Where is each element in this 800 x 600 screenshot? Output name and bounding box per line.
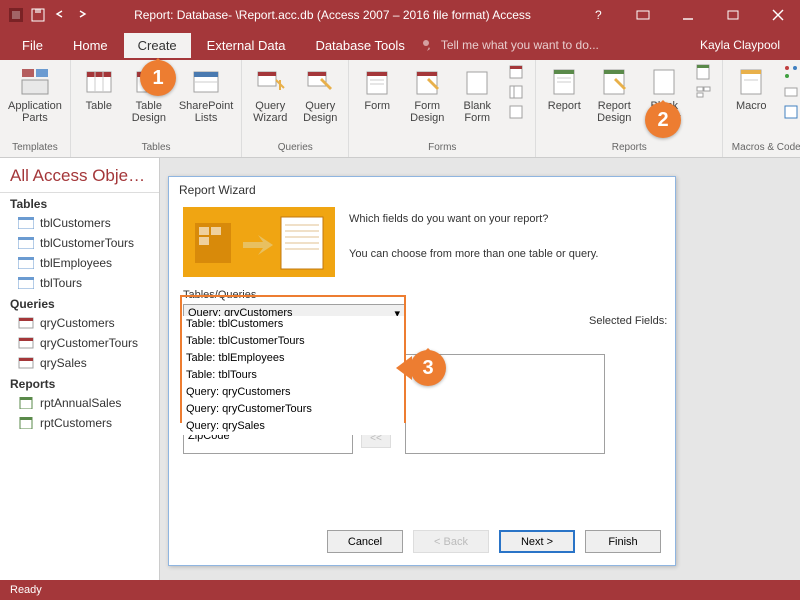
form-wizard-icon[interactable]	[509, 64, 525, 80]
finish-button[interactable]: Finish	[585, 530, 661, 553]
report-button[interactable]: Report	[542, 64, 586, 114]
user-name[interactable]: Kayla Claypool	[700, 38, 792, 52]
nav-item[interactable]: rptAnnualSales	[0, 393, 159, 413]
dropdown-item[interactable]: Table: tblCustomers	[182, 316, 404, 333]
vba-icon[interactable]	[783, 104, 799, 120]
help-icon[interactable]: ?	[575, 0, 620, 30]
dropdown-item[interactable]: Query: qryCustomerTours	[182, 401, 404, 418]
table-icon	[18, 257, 34, 269]
macro-button[interactable]: Macro	[729, 64, 773, 114]
tell-me-search[interactable]: Tell me what you want to do...	[421, 38, 698, 52]
group-reports-label: Reports	[542, 140, 716, 155]
minimize-icon[interactable]	[665, 0, 710, 30]
back-button[interactable]: < Back	[413, 530, 489, 553]
save-icon[interactable]	[30, 7, 46, 23]
callout-1: 1	[140, 60, 176, 96]
sharepoint-lists-button[interactable]: SharePoint Lists	[177, 64, 235, 126]
dropdown-item[interactable]: Table: tblCustomerTours	[182, 333, 404, 350]
tab-database-tools[interactable]: Database Tools	[301, 33, 418, 58]
wizard-hint: You can choose from more than one table …	[349, 246, 599, 264]
table-icon	[18, 217, 34, 229]
table-icon	[18, 277, 34, 289]
tab-file[interactable]: File	[8, 33, 57, 58]
report-icon	[18, 417, 34, 429]
dropdown-item[interactable]: Query: qryCustomers	[182, 384, 404, 401]
navigation-icon[interactable]	[509, 84, 525, 100]
form-button[interactable]: Form	[355, 64, 399, 114]
table-button[interactable]: Table	[77, 64, 121, 114]
nav-item[interactable]: tblEmployees	[0, 253, 159, 273]
query-icon	[18, 357, 34, 369]
undo-icon[interactable]	[52, 7, 68, 23]
callout-3: 3	[410, 350, 446, 386]
query-design-button[interactable]: Query Design	[298, 64, 342, 126]
report-wizard-icon[interactable]	[696, 64, 712, 80]
svg-text:?: ?	[595, 9, 602, 21]
nav-item[interactable]: qrySales	[0, 353, 159, 373]
more-forms-icon[interactable]	[509, 104, 525, 120]
nav-item[interactable]: tblTours	[0, 273, 159, 293]
query-icon	[18, 337, 34, 349]
blank-form-button[interactable]: Blank Form	[455, 64, 499, 126]
group-queries-label: Queries	[248, 140, 342, 155]
report-design-button[interactable]: Report Design	[592, 64, 636, 126]
tables-queries-dropdown[interactable]: Table: tblCustomers Table: tblCustomerTo…	[182, 316, 404, 435]
maximize-icon[interactable]	[710, 0, 755, 30]
table-icon	[18, 237, 34, 249]
nav-title[interactable]: All Access Obje…	[0, 158, 159, 193]
ribbon-tabs: File Home Create External Data Database …	[0, 30, 800, 60]
statusbar: Ready	[0, 580, 800, 600]
query-wizard-button[interactable]: Query Wizard	[248, 64, 292, 126]
redo-icon[interactable]	[74, 7, 90, 23]
wizard-question: Which fields do you want on your report?	[349, 211, 599, 229]
next-button[interactable]: Next >	[499, 530, 575, 553]
tell-me-label: Tell me what you want to do...	[441, 38, 599, 52]
callout-2: 2	[645, 102, 681, 138]
nav-item[interactable]: qryCustomerTours	[0, 333, 159, 353]
app-icon	[8, 7, 24, 23]
ribbon-toggle-icon[interactable]	[620, 0, 665, 30]
group-tables-label: Tables	[77, 140, 235, 155]
group-forms-label: Forms	[355, 140, 529, 155]
nav-section-queries[interactable]: Queries	[0, 293, 159, 313]
group-templates-label: Templates	[6, 140, 64, 155]
nav-item[interactable]: tblCustomers	[0, 213, 159, 233]
wizard-banner-image	[183, 207, 335, 277]
group-macros-label: Macros & Code	[729, 140, 800, 155]
report-icon	[18, 397, 34, 409]
dropdown-item[interactable]: Query: qrySales	[182, 418, 404, 435]
tab-external-data[interactable]: External Data	[193, 33, 300, 58]
ribbon: Application Parts Templates Table Table …	[0, 60, 800, 158]
application-parts-button[interactable]: Application Parts	[6, 64, 64, 126]
nav-section-tables[interactable]: Tables	[0, 193, 159, 213]
callout-3-pointer	[396, 356, 412, 380]
labels-icon[interactable]	[696, 84, 712, 100]
nav-section-reports[interactable]: Reports	[0, 373, 159, 393]
form-design-button[interactable]: Form Design	[405, 64, 449, 126]
query-icon	[18, 317, 34, 329]
class-module-icon[interactable]	[783, 84, 799, 100]
window-title: Report: Database- \Report.acc.db (Access…	[90, 8, 575, 22]
cancel-button[interactable]: Cancel	[327, 530, 403, 553]
selected-fields-label: Selected Fields:	[589, 315, 667, 327]
dropdown-item[interactable]: Table: tblEmployees	[182, 350, 404, 367]
close-icon[interactable]	[755, 0, 800, 30]
navigation-pane: All Access Obje… Tables tblCustomers tbl…	[0, 158, 160, 580]
tab-home[interactable]: Home	[59, 33, 122, 58]
module-icon[interactable]	[783, 64, 799, 80]
titlebar: Report: Database- \Report.acc.db (Access…	[0, 0, 800, 30]
nav-item[interactable]: tblCustomerTours	[0, 233, 159, 253]
nav-item[interactable]: rptCustomers	[0, 413, 159, 433]
tables-queries-label: Tables/Queries	[183, 289, 661, 301]
dropdown-item[interactable]: Table: tblTours	[182, 367, 404, 384]
dialog-title: Report Wizard	[169, 177, 675, 203]
nav-item[interactable]: qryCustomers	[0, 313, 159, 333]
status-text: Ready	[10, 584, 42, 596]
